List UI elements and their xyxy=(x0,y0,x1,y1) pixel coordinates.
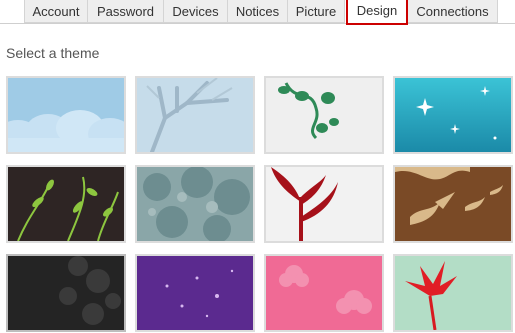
tab-design[interactable]: Design xyxy=(346,0,408,25)
theme-pink-flowers[interactable] xyxy=(264,254,384,332)
settings-tab-bar: Account Password Devices Notices Picture… xyxy=(0,0,515,25)
theme-red-leaf[interactable] xyxy=(393,254,513,332)
theme-tree[interactable] xyxy=(135,76,255,154)
theme-clouds[interactable] xyxy=(6,76,126,154)
tab-devices[interactable]: Devices xyxy=(163,0,228,23)
theme-swirl[interactable] xyxy=(264,76,384,154)
tab-notices[interactable]: Notices xyxy=(227,0,288,23)
theme-purple-stars[interactable] xyxy=(135,254,255,332)
tab-connections[interactable]: Connections xyxy=(407,0,498,23)
section-title: Select a theme xyxy=(6,45,100,61)
theme-birds[interactable] xyxy=(393,165,513,243)
tab-password[interactable]: Password xyxy=(87,0,164,23)
theme-foliage[interactable] xyxy=(135,165,255,243)
theme-sparkles[interactable] xyxy=(393,76,513,154)
theme-vines[interactable] xyxy=(6,165,126,243)
tab-account[interactable]: Account xyxy=(24,0,88,23)
tab-picture[interactable]: Picture xyxy=(287,0,345,23)
theme-plant[interactable] xyxy=(264,165,384,243)
theme-dark[interactable] xyxy=(6,254,126,332)
